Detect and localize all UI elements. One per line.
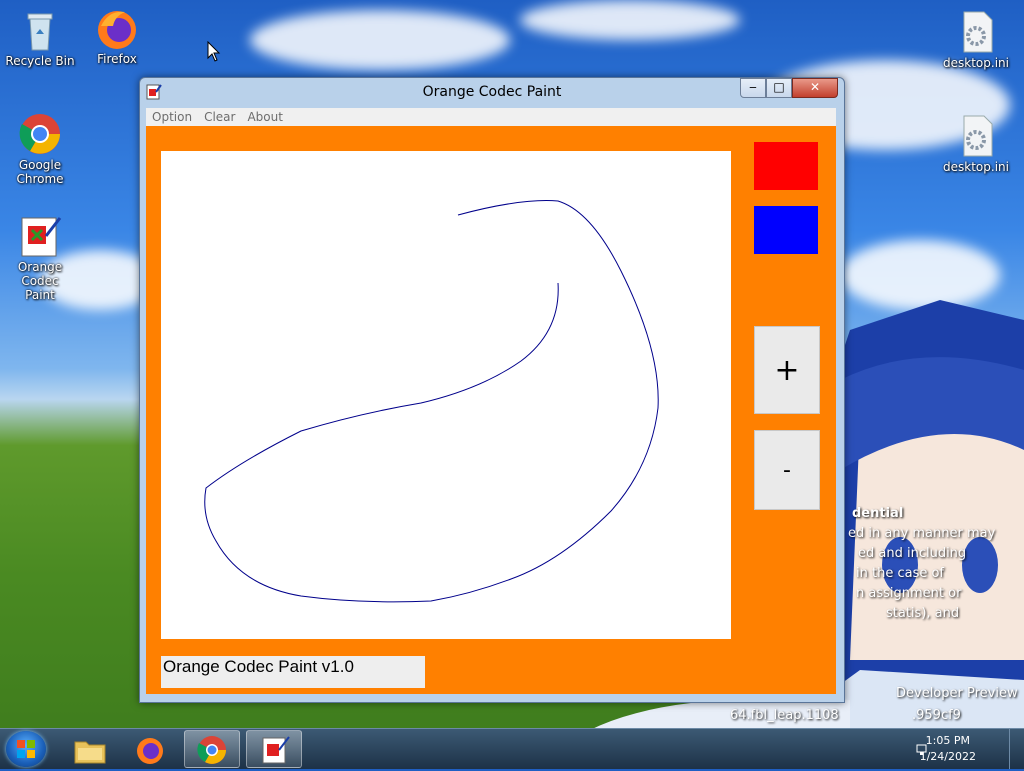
wallpaper-text: statis), and — [886, 606, 960, 621]
settings-file-icon — [954, 114, 998, 158]
desktop-icon-orange-codec-paint[interactable]: Orange Codec Paint — [0, 214, 80, 302]
chrome-icon — [18, 112, 62, 156]
desktop-icon-label: Orange Codec Paint — [17, 260, 63, 302]
zoom-out-button[interactable]: - — [754, 430, 820, 510]
firefox-icon — [135, 735, 165, 769]
wallpaper-cloud — [520, 0, 740, 40]
menu-about[interactable]: About — [241, 108, 288, 126]
drawn-stroke — [204, 200, 659, 603]
taskbar-file-explorer[interactable] — [62, 730, 118, 768]
wallpaper-text: ed in any manner may — [848, 526, 996, 541]
color-swatch-blue[interactable] — [754, 206, 818, 254]
wallpaper-text: n assignment or — [856, 586, 962, 601]
clock-date: 1/24/2022 — [919, 750, 976, 763]
zoom-in-button[interactable]: + — [754, 326, 820, 414]
taskbar: 1:05 PM 1/24/2022 — [0, 728, 1024, 769]
chrome-icon — [197, 735, 227, 769]
file-explorer-icon — [74, 736, 106, 768]
title-bar[interactable]: Orange Codec Paint ‒ □ ✕ — [140, 78, 844, 108]
clock-time: 1:05 PM — [925, 734, 970, 747]
wallpaper-text: dential — [852, 506, 904, 521]
color-swatch-red[interactable] — [754, 142, 818, 190]
menu-bar: Option Clear About — [146, 108, 836, 126]
settings-file-icon — [954, 10, 998, 54]
minimize-button[interactable]: ‒ — [740, 78, 766, 98]
paint-app-icon — [260, 735, 290, 769]
recycle-bin-icon — [18, 8, 62, 52]
wallpaper-text: Developer Preview — [896, 686, 1018, 701]
window-title: Orange Codec Paint — [422, 84, 562, 100]
desktop-icon-label: desktop.ini — [943, 160, 1009, 174]
wallpaper-cloud — [250, 10, 510, 70]
desktop-icon-label: Recycle Bin — [5, 54, 75, 68]
app-window: Orange Codec Paint ‒ □ ✕ Option Clear Ab… — [139, 77, 845, 703]
drawing-canvas[interactable] — [161, 151, 731, 639]
paint-app-icon — [18, 214, 62, 258]
wallpaper-text: ed and including — [858, 546, 967, 561]
maximize-button[interactable]: □ — [766, 78, 792, 98]
start-orb-icon[interactable] — [6, 731, 46, 767]
desktop-icon-label: Google Chrome — [16, 158, 64, 186]
desktop-icon-label: Firefox — [97, 52, 137, 66]
system-clock[interactable]: 1:05 PM 1/24/2022 — [920, 733, 976, 765]
desktop-icon-firefox[interactable]: Firefox — [77, 6, 157, 66]
show-desktop-button[interactable] — [1009, 729, 1024, 769]
menu-clear[interactable]: Clear — [198, 108, 241, 126]
taskbar-chrome[interactable] — [184, 730, 240, 768]
desktop-icon-desktop-ini[interactable]: desktop.ini — [936, 10, 1016, 70]
wallpaper-text: .959cf9 — [912, 708, 961, 723]
close-button[interactable]: ✕ — [792, 78, 838, 98]
status-bar-text: Orange Codec Paint v1.0 — [161, 656, 425, 688]
taskbar-firefox[interactable] — [122, 730, 178, 768]
client-area: + - Orange Codec Paint v1.0 — [146, 126, 836, 694]
wallpaper-text: 64.fbl_leap.1108 — [730, 708, 839, 723]
wallpaper-text: in the case of — [856, 566, 944, 581]
firefox-icon — [95, 6, 139, 50]
taskbar-orange-codec-paint[interactable] — [246, 730, 302, 768]
desktop-icon-chrome[interactable]: Google Chrome — [0, 112, 80, 186]
menu-option[interactable]: Option — [146, 108, 198, 126]
mouse-cursor-icon — [207, 40, 221, 67]
desktop-icon-recycle-bin[interactable]: Recycle Bin — [0, 8, 80, 68]
desktop-icon-label: desktop.ini — [943, 56, 1009, 70]
desktop-icon-desktop-ini[interactable]: desktop.ini — [936, 114, 1016, 174]
